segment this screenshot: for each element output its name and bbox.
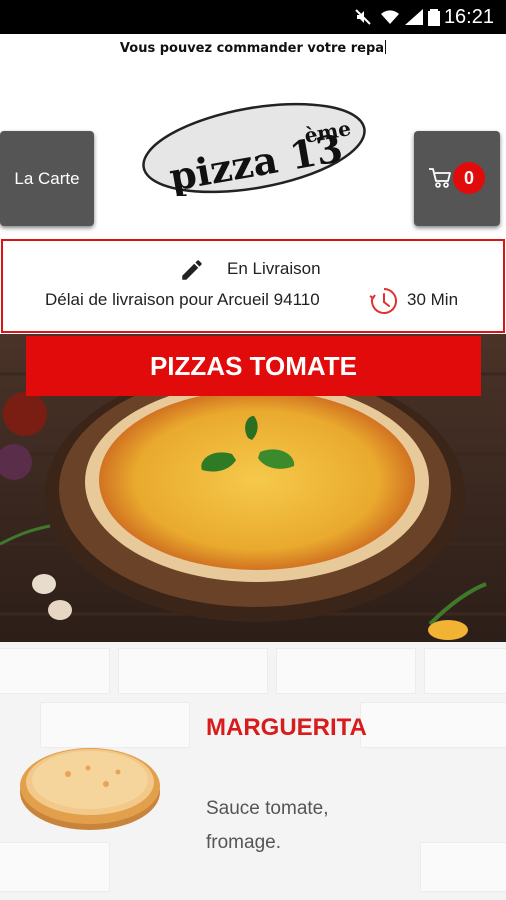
delivery-delay-text: Délai de livraison pour Arcueil 94110 <box>45 290 320 309</box>
marquee-message: Vous pouvez commander votre repa <box>0 40 506 60</box>
product-name: MARGUERITA <box>206 714 367 741</box>
category-title-banner: PIZZAS TOMATE <box>26 336 481 396</box>
product-list: MARGUERITA Sauce tomate, fromage. <box>0 642 506 900</box>
delivery-time: 30 Min <box>407 290 459 309</box>
marquee-text: Vous pouvez commander votre repa <box>119 41 385 56</box>
wall-brick <box>118 648 268 694</box>
wall-brick <box>360 702 506 748</box>
cart-button[interactable]: 0 <box>414 131 500 226</box>
status-bar: 16:21 <box>0 0 506 34</box>
menu-button[interactable]: La Carte <box>0 131 94 226</box>
battery-icon <box>428 9 440 26</box>
wall-brick <box>0 842 110 892</box>
mute-icon <box>355 9 371 25</box>
menu-button-label: La Carte <box>14 169 80 188</box>
cart-count-badge: 0 <box>453 162 485 194</box>
text-caret <box>385 40 387 54</box>
pencil-icon[interactable] <box>179 257 205 283</box>
wall-brick <box>0 648 110 694</box>
pizza-13eme-logo: pizza 13 ème <box>142 102 366 196</box>
clock-icon <box>369 288 398 314</box>
wall-brick <box>420 842 506 892</box>
wall-brick <box>424 648 506 694</box>
delivery-mode: En Livraison <box>227 259 321 278</box>
delivery-info-box[interactable]: En Livraison Délai de livraison pour Arc… <box>1 239 505 333</box>
wifi-icon <box>381 10 399 24</box>
signal-icon <box>405 9 423 25</box>
status-time: 16:21 <box>443 6 494 28</box>
wall-brick <box>276 648 416 694</box>
cart-icon <box>429 168 451 188</box>
product-image <box>20 748 160 830</box>
product-description: Sauce tomate, fromage. <box>206 798 329 853</box>
app-screen: 16:21 Vous pouvez commander votre repa L… <box>0 0 506 900</box>
